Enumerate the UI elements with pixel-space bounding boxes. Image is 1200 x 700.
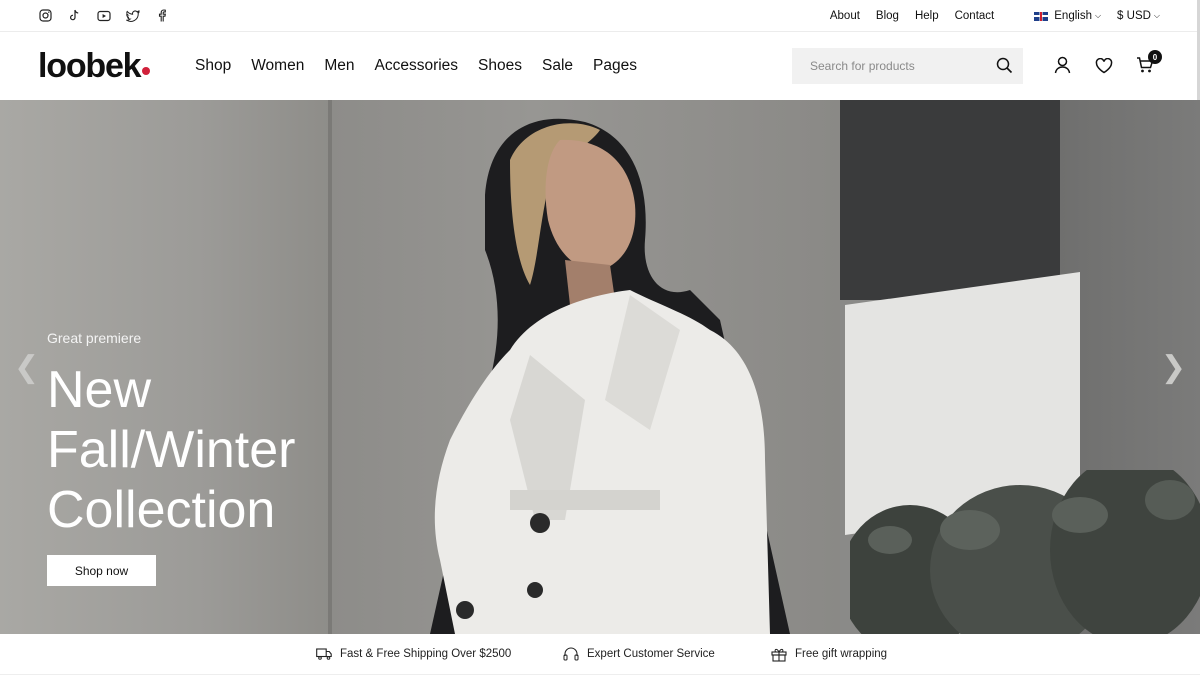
nav-women[interactable]: Women — [251, 57, 304, 75]
language-label: English — [1054, 10, 1092, 22]
hero-slider: ❮ ❯ Great premiere New Fall/Winter Colle… — [0, 100, 1200, 634]
feature-label: Free gift wrapping — [795, 648, 888, 660]
slider-next-arrow[interactable]: ❯ — [1161, 350, 1186, 385]
help-link[interactable]: Help — [915, 10, 939, 22]
site-logo[interactable]: loobek — [38, 46, 151, 86]
feature-label: Fast & Free Shipping Over $2500 — [340, 648, 512, 660]
feature-shipping: Fast & Free Shipping Over $2500 — [316, 634, 511, 674]
slider-prev-arrow[interactable]: ❮ — [14, 350, 39, 385]
headset-icon — [563, 646, 579, 660]
main-header: loobek Shop Women Men Accessories Shoes … — [0, 32, 1200, 100]
search-box — [792, 48, 1023, 84]
features-strip: Fast & Free Shipping Over $2500 Expert C… — [0, 634, 1200, 675]
logo-dot — [142, 67, 151, 75]
nav-men[interactable]: Men — [324, 57, 354, 75]
hero-title-line: Collection — [47, 481, 276, 539]
facebook-icon[interactable] — [154, 8, 169, 23]
search-input[interactable] — [808, 50, 992, 82]
shop-now-button[interactable]: Shop now — [47, 555, 156, 586]
hero-title-line: New — [47, 361, 152, 419]
nav-sale[interactable]: Sale — [542, 57, 573, 75]
hero-subtitle: Great premiere — [47, 330, 142, 346]
contact-link[interactable]: Contact — [955, 10, 995, 22]
cart-icon[interactable]: 0 — [1136, 50, 1162, 79]
main-nav: Shop Women Men Accessories Shoes Sale Pa… — [195, 32, 657, 100]
feature-gift: Free gift wrapping — [771, 634, 887, 674]
language-selector[interactable]: English ⌵ — [1034, 10, 1101, 22]
currency-selector[interactable]: $ USD ⌵ — [1117, 10, 1160, 22]
account-icon[interactable] — [1054, 56, 1071, 79]
feature-service: Expert Customer Service — [563, 634, 715, 674]
social-links — [38, 8, 169, 23]
dark-window-panel — [840, 100, 1060, 300]
tiktok-icon[interactable] — [67, 8, 82, 23]
nav-shoes[interactable]: Shoes — [478, 57, 522, 75]
twitter-icon[interactable] — [125, 8, 140, 23]
truck-icon — [316, 648, 332, 660]
uk-flag-icon — [1034, 11, 1049, 21]
instagram-icon[interactable] — [38, 8, 53, 23]
currency-label: $ USD — [1117, 10, 1151, 22]
nav-pages[interactable]: Pages — [593, 57, 637, 75]
feature-label: Expert Customer Service — [587, 648, 715, 660]
wishlist-heart-icon[interactable] — [1095, 57, 1113, 79]
youtube-icon[interactable] — [96, 8, 111, 23]
blog-link[interactable]: Blog — [876, 10, 899, 22]
gift-icon — [771, 648, 787, 662]
model-photo — [430, 118, 790, 634]
about-link[interactable]: About — [830, 10, 860, 22]
nav-accessories[interactable]: Accessories — [374, 57, 458, 75]
chevron-down-icon: ⌵ — [1094, 11, 1102, 20]
hero-title-line: Fall/Winter — [47, 421, 296, 479]
top-bar: About Blog Help Contact English ⌵ $ USD … — [0, 0, 1200, 32]
top-links: About Blog Help Contact English ⌵ $ USD … — [830, 0, 1160, 32]
search-icon[interactable] — [996, 57, 1013, 79]
plants-image — [850, 470, 1200, 634]
chevron-down-icon: ⌵ — [1153, 11, 1160, 20]
cart-count-badge: 0 — [1148, 50, 1162, 64]
hero-title: New Fall/Winter Collection — [47, 360, 367, 540]
logo-text: loobek — [38, 47, 142, 85]
nav-shop[interactable]: Shop — [195, 57, 231, 75]
